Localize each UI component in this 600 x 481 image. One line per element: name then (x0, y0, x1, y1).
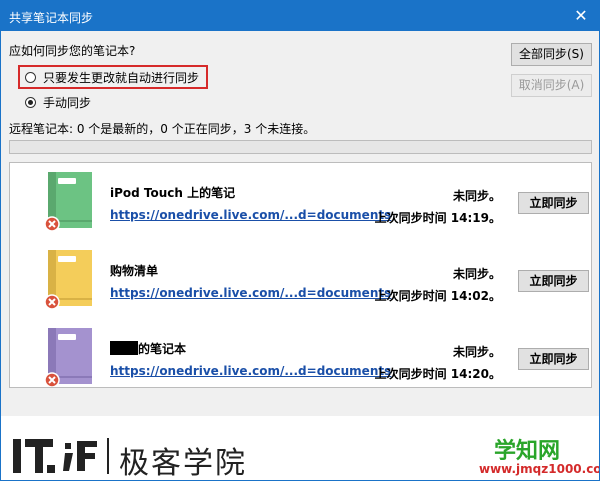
notebook-name-text: 购物清单 (110, 264, 159, 278)
sync-progress-bar (9, 140, 592, 154)
sync-all-button[interactable]: 全部同步(S) (511, 43, 592, 66)
sync-dialog: 共享笔记本同步 ✕ 应如何同步您的笔记本? 只要发生更改就自动进行同步 手动同步… (0, 0, 600, 481)
notebook-list: iPod Touch 上的笔记 https://onedrive.live.com… (9, 162, 592, 388)
sync-now-button[interactable]: 立即同步 (518, 270, 589, 292)
notebook-link[interactable]: https://onedrive.live.com/...d=documents (110, 208, 391, 222)
sync-now-button[interactable]: 立即同步 (518, 192, 589, 214)
notebook-status: 未同步。 (452, 267, 501, 281)
close-icon[interactable]: ✕ (563, 1, 599, 31)
notebook-item: 的笔记本 https://onedrive.live.com/...d=docum… (10, 324, 591, 387)
title-bar: 共享笔记本同步 ✕ (1, 1, 599, 31)
notebook-name: 的笔记本 (110, 340, 186, 357)
manual-sync-label: 手动同步 (43, 95, 92, 110)
notebook-name-text: 的笔记本 (138, 342, 187, 356)
window-title: 共享笔记本同步 (9, 11, 94, 25)
notebook-last-sync: 上次同步时间 14:02。 (374, 289, 501, 303)
remote-status-text: 远程笔记本: 0 个是最新的，0 个正在同步，3 个未连接。 (9, 122, 316, 136)
watermark: 学知网 www.jmqz1000.com (476, 433, 599, 477)
sync-question: 应如何同步您的笔记本? (9, 44, 136, 58)
notebook-name: iPod Touch 上的笔记 (110, 184, 235, 201)
notebook-icon (44, 172, 92, 232)
auto-sync-radio[interactable] (25, 71, 36, 83)
jikexueyuan-logo-icon (13, 439, 97, 473)
cancel-sync-button[interactable]: 取消同步(A) (511, 74, 592, 97)
manual-sync-radio[interactable] (25, 96, 36, 108)
notebook-link[interactable]: https://onedrive.live.com/...d=documents (110, 286, 391, 300)
notebook-icon (44, 250, 92, 310)
notebook-icon (44, 328, 92, 387)
manual-sync-option[interactable]: 手动同步 (25, 93, 91, 111)
notebook-link[interactable]: https://onedrive.live.com/...d=documents (110, 364, 391, 378)
notebook-status: 未同步。 (452, 345, 501, 359)
auto-sync-option[interactable]: 只要发生更改就自动进行同步 (25, 68, 199, 86)
watermark-title: 学知网 (494, 439, 561, 464)
watermark-url: www.jmqz1000.com (479, 462, 599, 476)
footer-branding: 极客学院 学知网 www.jmqz1000.com (1, 416, 599, 480)
notebook-name: 购物清单 (110, 262, 158, 279)
redacted-block (110, 341, 138, 355)
notebook-name-text: iPod Touch 上的笔记 (110, 186, 236, 200)
auto-sync-label: 只要发生更改就自动进行同步 (43, 70, 200, 85)
sync-now-button[interactable]: 立即同步 (518, 348, 589, 370)
logo-text: 极客学院 (119, 446, 247, 481)
notebook-status: 未同步。 (452, 189, 501, 203)
notebook-item: 购物清单 https://onedrive.live.com/...d=docum… (10, 246, 591, 322)
logo-separator (107, 438, 109, 474)
notebook-item: iPod Touch 上的笔记 https://onedrive.live.com… (10, 168, 591, 244)
notebook-last-sync: 上次同步时间 14:20。 (374, 367, 501, 381)
notebook-last-sync: 上次同步时间 14:19。 (374, 211, 501, 225)
